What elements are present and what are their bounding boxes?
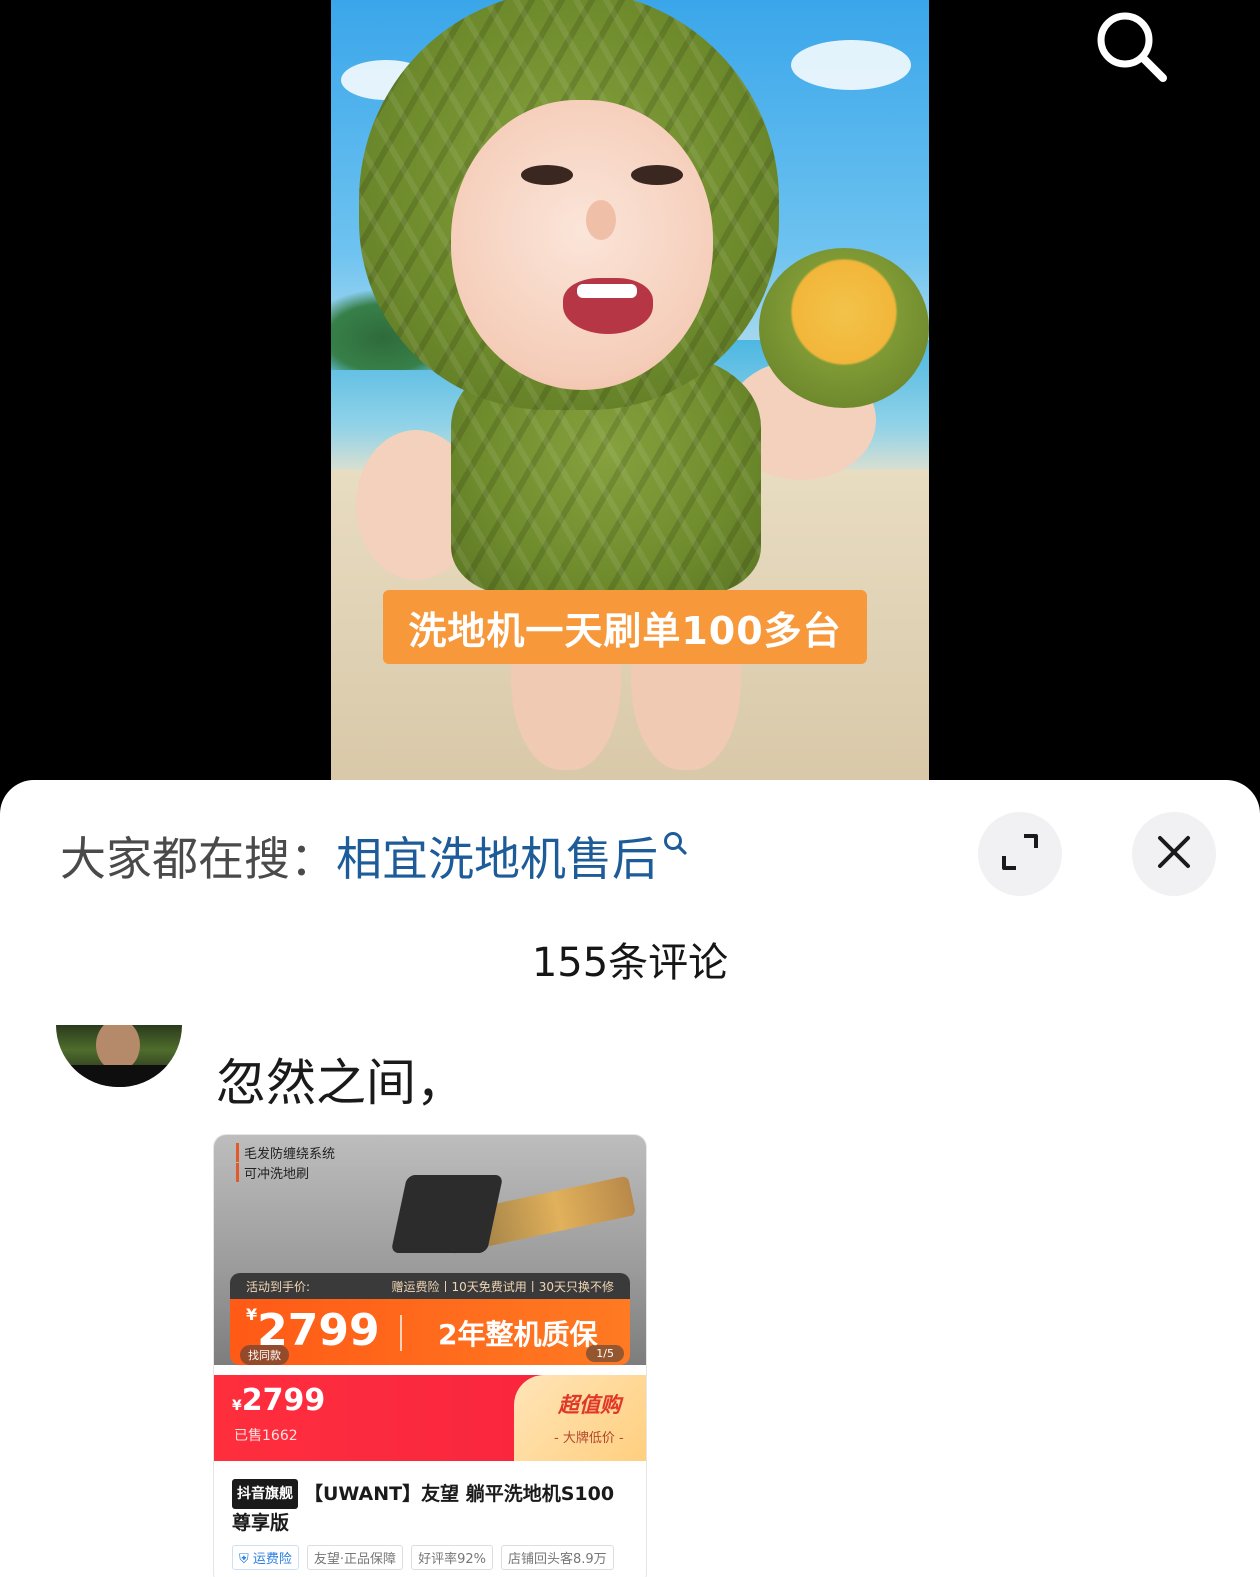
mop-base (390, 1175, 504, 1253)
currency-symbol: ¥ (246, 1305, 258, 1324)
value-deal-tag: 超值购 - 大牌低价 - (514, 1375, 646, 1461)
expand-icon (1000, 832, 1040, 876)
sold-count: 已售1662 (234, 1428, 298, 1444)
comment-text: 忽然之间， (216, 1054, 466, 1112)
search-suggestion[interactable]: 大家都在搜： 相宜洗地机售后 (60, 826, 688, 886)
promo-strip: 活动到手价: 赠运费险丨10天免费试用丨30天只换不修 (230, 1273, 630, 1299)
tag-repeat-customers: 店铺回头客8.9万 (500, 1545, 614, 1570)
expand-button[interactable] (978, 812, 1062, 896)
nose (586, 200, 616, 240)
promo-banner: ¥2799 2年整机质保 找同款 1/5 (230, 1299, 630, 1365)
currency-symbol: ¥ (232, 1398, 242, 1414)
cloud (791, 40, 911, 90)
tag-authentic: 友望·正品保障 (306, 1545, 404, 1570)
product-price: ¥2799 (232, 1383, 325, 1418)
comment-sheet: 大家都在搜： 相宜洗地机售后 155条评论 忽然之间， 毛发防缠绕系统 可冲洗地… (0, 780, 1260, 1577)
product-image[interactable]: 毛发防缠绕系统 可冲洗地刷 活动到手价: 赠运费险丨10天免费试用丨30天只换不… (214, 1135, 646, 1365)
video-player[interactable]: 洗地机一天刷单100多台 (0, 0, 1260, 790)
feature-label: 可冲洗地刷 (236, 1163, 309, 1182)
product-card[interactable]: 毛发防缠绕系统 可冲洗地刷 活动到手价: 赠运费险丨10天免费试用丨30天只换不… (214, 1135, 646, 1577)
suggestion-query-link[interactable]: 相宜洗地机售后 (336, 823, 658, 889)
tag-rating: 好评率92% (411, 1545, 493, 1570)
divider (400, 1315, 402, 1351)
eye-left (521, 165, 573, 185)
find-same-button[interactable]: 找同款 (240, 1345, 289, 1365)
page-indicator: 1/5 (586, 1345, 624, 1362)
store-badge: 抖音旗舰 (232, 1479, 298, 1509)
face (451, 100, 713, 390)
durian-fruit (759, 248, 929, 408)
mouth (563, 278, 653, 334)
tag-shipping-insurance: ⛨ 运费险 (232, 1545, 299, 1570)
promo-left-text: 活动到手价: (246, 1279, 311, 1294)
value-deal-subtitle: - 大牌低价 - (554, 1431, 624, 1446)
product-tags: ⛨ 运费险 友望·正品保障 好评率92% 店铺回头客8.9万 (232, 1545, 614, 1570)
eye-right (631, 165, 683, 185)
video-caption: 洗地机一天刷单100多台 (383, 590, 867, 664)
search-icon[interactable] (1093, 8, 1173, 88)
comment-count: 155条评论 (531, 940, 729, 986)
product-price-value: 2799 (241, 1383, 326, 1418)
product-title[interactable]: 抖音旗舰 【UWANT】友望 躺平洗地机S100尊享版 (232, 1479, 628, 1537)
value-deal-title: 超值购 (558, 1393, 621, 1417)
search-icon[interactable] (662, 830, 688, 856)
suggestion-prefix: 大家都在搜： (60, 832, 336, 886)
video-frame[interactable] (331, 0, 929, 790)
price-band: ¥2799 已售1662 超值购 - 大牌低价 - (214, 1375, 646, 1461)
comment-item: 忽然之间， 毛发防缠绕系统 可冲洗地刷 活动到手价: 赠运费险丨10天免费试用丨… (56, 1025, 1206, 1577)
promo-warranty: 2年整机质保 (438, 1318, 598, 1351)
promo-right-text: 赠运费险丨10天免费试用丨30天只换不修 (391, 1279, 614, 1294)
avatar[interactable] (56, 1025, 182, 1087)
feature-label: 毛发防缠绕系统 (236, 1143, 335, 1162)
product-info[interactable]: 抖音旗舰 【UWANT】友望 躺平洗地机S100尊享版 ⛨ 运费险 友望·正品保障… (214, 1461, 646, 1577)
close-icon (1156, 834, 1192, 874)
shield-icon: ⛨ (239, 1552, 249, 1567)
close-button[interactable] (1132, 812, 1216, 896)
